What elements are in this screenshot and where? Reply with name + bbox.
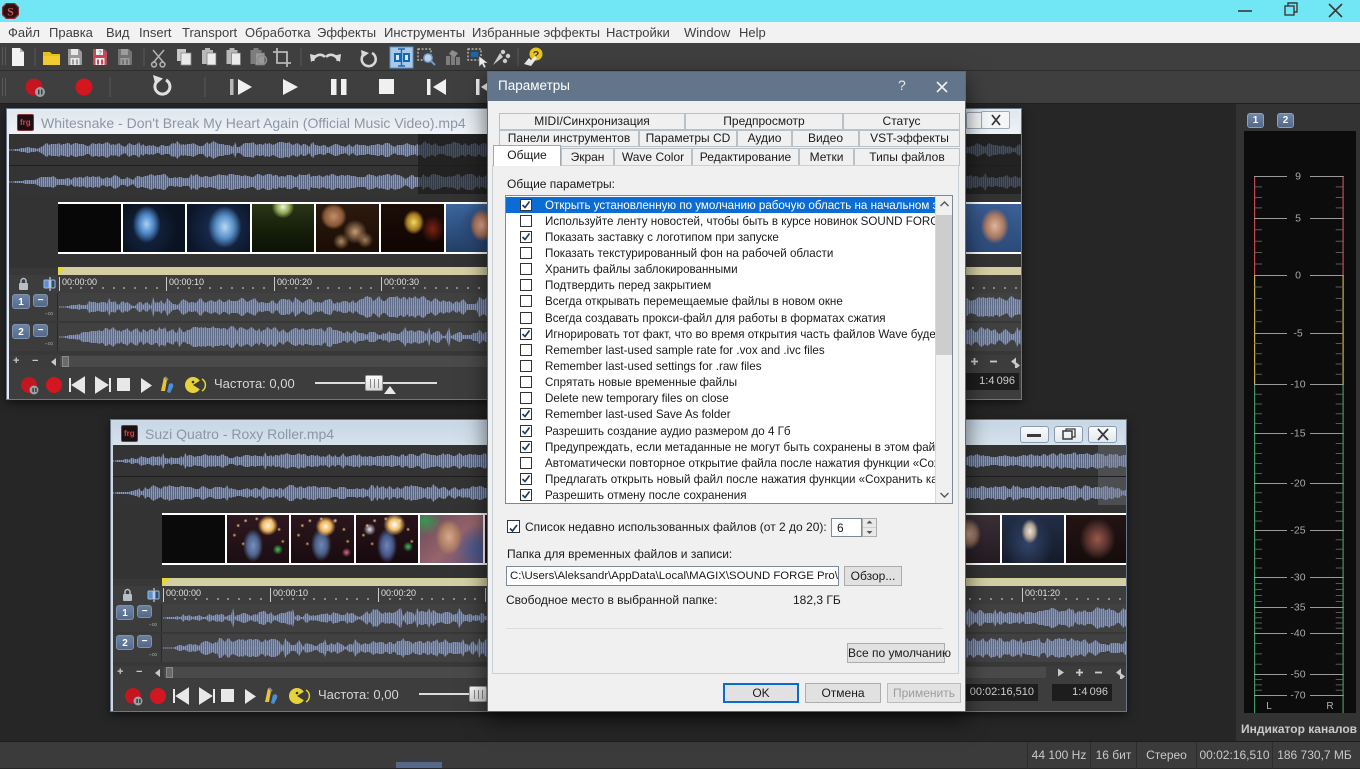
svg-text:-15: -15 [1290, 428, 1305, 440]
svg-text:0: 0 [1295, 270, 1301, 282]
svg-text:9: 9 [1295, 171, 1301, 183]
svg-text:-35: -35 [1290, 602, 1305, 614]
svg-text:L: L [1266, 701, 1272, 712]
svg-text:-25: -25 [1290, 525, 1305, 537]
svg-text:-70: -70 [1290, 690, 1305, 702]
svg-text:-30: -30 [1290, 572, 1305, 584]
svg-text:S: S [7, 5, 14, 19]
svg-text:-50: -50 [1290, 669, 1305, 681]
svg-text:-10: -10 [1290, 379, 1305, 391]
svg-text:-5: -5 [1293, 328, 1302, 340]
svg-text:-40: -40 [1290, 628, 1305, 640]
svg-text:5: 5 [1295, 213, 1301, 225]
svg-text:-20: -20 [1290, 478, 1305, 490]
svg-text:R: R [1326, 701, 1333, 712]
